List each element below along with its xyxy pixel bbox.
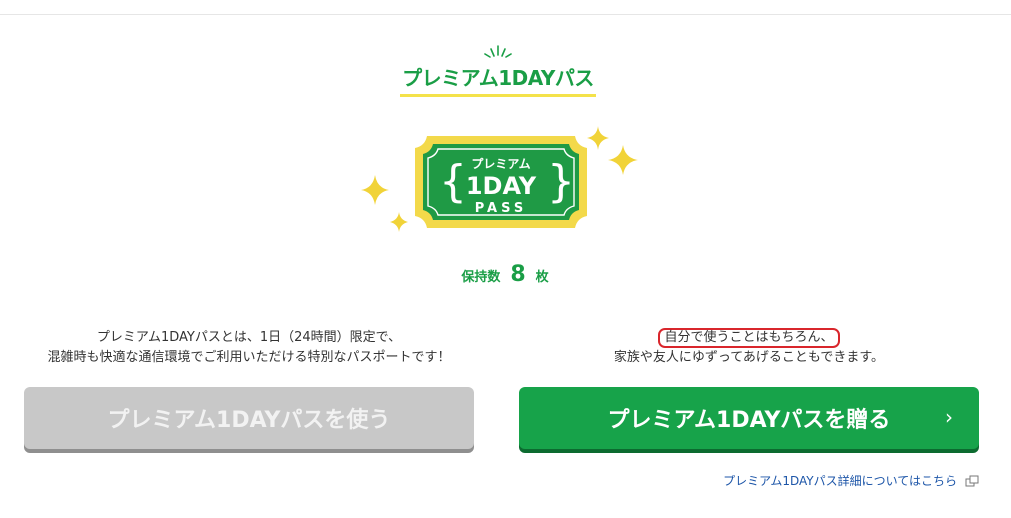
ticket-line1: プレミアム	[471, 156, 530, 171]
ticket-line3: PASS	[475, 201, 528, 216]
use-description-line1: プレミアム1DAYパスとは、1日（24時間）限定で、	[96, 330, 402, 345]
sparkle-icon	[608, 145, 638, 175]
gift-pass-button[interactable]: プレミアム1DAYパスを贈る ›	[519, 387, 979, 449]
top-divider	[0, 14, 1011, 15]
sparkle-icon	[361, 175, 389, 205]
svg-text:}: }	[547, 156, 575, 207]
gift-pass-button-label: プレミアム1DAYパスを贈る	[607, 408, 891, 433]
sparkle-icon	[587, 126, 609, 150]
external-link-icon	[965, 475, 979, 486]
gift-description-line1: 自分で使うことはもちろん、	[658, 328, 840, 348]
pass-count-value: 8	[510, 262, 526, 287]
chevron-right-icon: ›	[945, 405, 953, 429]
use-description-line2: 混雑時も快適な通信環境でご利用いただける特別なパスポートです！	[47, 350, 451, 365]
title-underline	[400, 94, 596, 97]
pass-details-link-label: プレミアム1DAYパス詳細についてはこちら	[723, 474, 957, 488]
gift-description-line2: 家族や友人にゆずってあげることもできます。	[613, 350, 885, 365]
use-description: プレミアム1DAYパスとは、1日（24時間）限定で、 混雑時も快適な通信環境でご…	[24, 328, 474, 368]
pass-details-link[interactable]: プレミアム1DAYパス詳細についてはこちら	[723, 472, 979, 489]
sparkle-lines-icon	[484, 45, 512, 58]
sparkle-icon	[390, 212, 408, 232]
ticket-line2: 1DAY	[466, 172, 537, 200]
svg-text:{: {	[439, 156, 467, 207]
pass-count-unit: 枚	[535, 270, 549, 285]
use-pass-button[interactable]: プレミアム1DAYパスを使う	[24, 387, 474, 449]
use-pass-button-label: プレミアム1DAYパスを使う	[107, 408, 391, 433]
gift-description: 自分で使うことはもちろん、 家族や友人にゆずってあげることもできます。	[519, 328, 979, 368]
section-heading: プレミアム1DAYパス	[398, 42, 598, 98]
pass-count-label: 保持数	[461, 270, 501, 285]
page-title: プレミアム1DAYパス	[402, 66, 594, 90]
pass-count: 保持数 8 枚	[440, 262, 570, 292]
premium-pass-ticket: { } プレミアム 1DAY PASS	[361, 126, 638, 232]
